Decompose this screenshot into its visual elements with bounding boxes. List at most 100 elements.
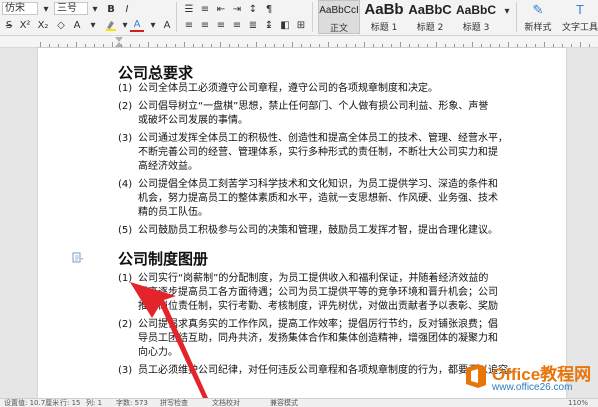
ruler-tick	[346, 44, 347, 47]
font-color-glyph: A	[133, 18, 141, 30]
bullet-list-icon[interactable]: ☰	[182, 2, 196, 16]
text-effect-icon[interactable]: A	[70, 18, 84, 32]
ruler-tick	[319, 44, 320, 47]
status-doc-check[interactable]: 文档校对	[212, 399, 240, 407]
ruler-tick	[364, 42, 365, 47]
bold-glyph: B	[107, 3, 115, 15]
highlight-icon[interactable]	[104, 18, 118, 32]
text-tools-button[interactable]: T 文字工具	[560, 0, 598, 34]
numbered-list-icon[interactable]: ≡	[198, 2, 212, 16]
text-tools-label: 文字工具	[561, 23, 598, 33]
line-spacing-icon[interactable]: ↨	[262, 18, 276, 32]
ruler-tick	[238, 44, 239, 47]
style-heading3-label: 标题 3	[462, 23, 490, 33]
font-name-dropdown-icon[interactable]: ▾	[39, 2, 53, 16]
list-item-text: 公司通过发挥全体员工的积极性、创造性和提高全体员工的技术、管理、经营水平， 不断完…	[138, 132, 538, 174]
status-spell-check[interactable]: 拼写检查	[160, 399, 188, 407]
ruler-tick	[580, 42, 581, 47]
align-center-icon[interactable]: ≡	[198, 18, 212, 32]
ruler-tick	[76, 42, 77, 47]
ruler-tick	[526, 44, 527, 47]
ruler-tick	[58, 44, 59, 47]
superscript-icon[interactable]: X²	[18, 18, 32, 32]
font-name-value: 仿宋	[5, 3, 25, 14]
strikethrough-icon[interactable]: S	[2, 18, 16, 32]
font-color-button[interactable]: A	[130, 18, 144, 32]
style-heading1[interactable]: AaBb 标题 1	[362, 0, 406, 34]
style-heading2-label: 标题 2	[416, 23, 444, 33]
list-item-number: (1)	[118, 273, 133, 284]
horizontal-ruler[interactable]	[0, 36, 598, 48]
style-heading2[interactable]: AaBbC 标题 2	[408, 0, 452, 34]
font-color-dropdown-icon[interactable]: ▾	[146, 18, 160, 32]
text-line: 机会，努力提高员工的整体素质和水平，造就一支思想新、作风硬、业务强、技术	[138, 193, 498, 204]
ruler-tick	[400, 42, 401, 47]
font-name-select[interactable]: 仿宋	[2, 2, 38, 15]
document-page[interactable]: 公司总要求 (1) 公司全体员工必须遵守公司章程，遵守公司的各项规章制度和决定。(…	[38, 48, 566, 398]
ruler-tick	[220, 42, 221, 47]
ruler-tick	[202, 44, 203, 47]
sort-icon[interactable]: ↕	[246, 2, 260, 16]
style-normal[interactable]: AaBbCcI 正文	[318, 0, 360, 34]
text-effect-dropdown-icon[interactable]: ▾	[86, 18, 100, 32]
ruler-tick	[310, 44, 311, 47]
ruler-tick	[40, 42, 41, 47]
styles-expand-icon[interactable]: ▾	[500, 4, 514, 18]
ruler-tick	[373, 44, 374, 47]
list-item-number: (1)	[118, 83, 133, 94]
text-line: 提高逐步提高员工各方面待遇；公司为员工提供平等的竞争环境和晋升机会；公司	[138, 287, 498, 298]
ruler-tick	[337, 44, 338, 47]
ruler-tick	[499, 44, 500, 47]
font-size-dropdown-icon[interactable]: ▾	[88, 2, 102, 16]
list-item-number: (4)	[118, 179, 133, 190]
align-right-icon[interactable]: ≡	[214, 18, 228, 32]
ruler-tick	[562, 44, 563, 47]
increase-indent-icon[interactable]: ⇥	[230, 2, 244, 16]
list-item-text: 公司实行“岗薪制”的分配制度，为员工提供收入和福利保证，并随着经济效益的 提高逐步…	[138, 272, 538, 314]
bold-button[interactable]: B	[104, 2, 118, 16]
new-style-button[interactable]: ✎ 新样式	[520, 0, 556, 34]
font-size-select[interactable]: 三号	[54, 2, 88, 15]
text-line: 公司倡导树立“一盘棋”思想，禁止任何部门、个人做有损公司利益、形象、声誉	[138, 101, 489, 112]
style-heading1-label: 标题 1	[370, 23, 398, 33]
ruler-tick	[274, 44, 275, 47]
font-size-value: 三号	[57, 3, 77, 14]
ruler-tick	[409, 44, 410, 47]
list-item-number: (2)	[118, 101, 133, 112]
ruler-tick	[589, 44, 590, 47]
style-heading3[interactable]: AaBbC 标题 3	[454, 0, 498, 34]
paragraph-handle-icon[interactable]	[72, 252, 84, 264]
decrease-indent-icon[interactable]: ⇤	[214, 2, 228, 16]
status-compat-mode: 兼容模式	[270, 399, 298, 407]
char-border-icon[interactable]: A	[160, 18, 174, 32]
section-heading: 公司总要求	[118, 64, 194, 82]
borders-icon[interactable]: ⊞	[294, 18, 308, 32]
show-marks-icon[interactable]: ¶	[262, 2, 276, 16]
ruler-tick	[571, 44, 572, 47]
indent-marker-icon[interactable]	[114, 37, 124, 47]
style-normal-preview: AaBbCcI	[319, 5, 359, 16]
text-line: 不断完善公司的经营、管理体系，实行多种形式的责任制，不断壮大公司实力和提	[138, 147, 498, 158]
ruler-tick	[553, 44, 554, 47]
italic-button[interactable]: I	[120, 2, 134, 16]
text-line: 公司提倡求真务实的工作作风，提高工作效率；提倡厉行节约，反对铺张浪费；倡	[138, 319, 498, 330]
ruler-tick	[148, 42, 149, 47]
status-set-value: 设置值: 10.7厘米	[4, 399, 60, 407]
ruler-tick	[211, 44, 212, 47]
align-left-icon[interactable]: ≡	[182, 18, 196, 32]
justify-icon[interactable]: ≡	[230, 18, 244, 32]
clear-format-icon[interactable]: ◇	[54, 18, 68, 32]
distribute-icon[interactable]: ≣	[246, 18, 260, 32]
ribbon-separator	[176, 2, 177, 32]
ruler-tick	[256, 42, 257, 47]
list-item: (5) 公司鼓励员工积极参与公司的决策和管理，鼓励员工发挥才智，提出合理化建议。	[118, 224, 538, 238]
status-word-count[interactable]: 字数: 573	[116, 399, 148, 407]
style-heading1-preview: AaBb	[364, 1, 404, 18]
text-line: 推行岗位责任制，实行考勤、考核制度，评先树优，对做出贡献者予以表彰、奖励	[138, 301, 498, 312]
style-heading3-preview: AaBbC	[455, 3, 496, 17]
text-line: 公司实行“岗薪制”的分配制度，为员工提供收入和福利保证，并随着经济效益的	[138, 273, 489, 284]
shading-icon[interactable]: ◧	[278, 18, 292, 32]
status-col: 列: 1	[86, 399, 103, 407]
subscript-icon[interactable]: X₂	[36, 18, 50, 32]
ruler-tick	[382, 44, 383, 47]
